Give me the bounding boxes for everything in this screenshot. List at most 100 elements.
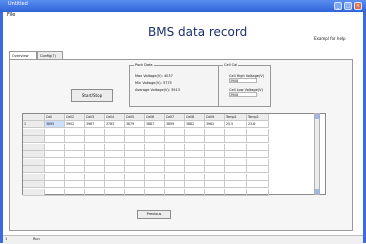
table-cell[interactable] xyxy=(165,128,185,136)
col-header[interactable]: Cell2 xyxy=(65,114,85,121)
table-cell[interactable] xyxy=(225,188,247,196)
table-cell[interactable] xyxy=(225,143,247,151)
col-header[interactable]: Temp1 xyxy=(225,114,247,121)
col-header[interactable]: Cell xyxy=(45,114,65,121)
table-cell[interactable] xyxy=(205,136,225,143)
data-table[interactable]: Cell Cell2 Cell3 Cell4 Cell5 Cell6 Cell7… xyxy=(22,113,326,196)
table-cell[interactable] xyxy=(205,188,225,196)
col-header[interactable]: Cell4 xyxy=(105,114,125,121)
col-header[interactable]: Cell3 xyxy=(85,114,105,121)
table-row[interactable] xyxy=(23,158,269,166)
table-cell[interactable] xyxy=(247,151,269,158)
col-header[interactable]: Cell5 xyxy=(125,114,145,121)
table-cell[interactable] xyxy=(65,143,85,151)
table-cell[interactable] xyxy=(125,181,145,188)
table-cell[interactable] xyxy=(145,143,165,151)
row-header[interactable] xyxy=(23,181,45,188)
table-cell[interactable] xyxy=(165,181,185,188)
table-cell[interactable] xyxy=(125,151,145,158)
row-header[interactable]: 1 xyxy=(23,121,45,128)
close-button[interactable]: × xyxy=(354,2,362,10)
table-cell[interactable] xyxy=(105,166,125,173)
table-row[interactable] xyxy=(23,136,269,143)
table-cell[interactable] xyxy=(65,181,85,188)
table-cell[interactable] xyxy=(205,128,225,136)
table-cell[interactable] xyxy=(225,151,247,158)
table-cell[interactable] xyxy=(125,128,145,136)
table-cell[interactable] xyxy=(105,181,125,188)
table-cell[interactable] xyxy=(65,173,85,181)
table-cell[interactable] xyxy=(185,136,205,143)
table-cell[interactable] xyxy=(45,188,65,196)
table-cell[interactable] xyxy=(105,143,125,151)
table-cell[interactable] xyxy=(225,173,247,181)
table-cell[interactable]: 3902 xyxy=(65,121,85,128)
table-cell[interactable] xyxy=(145,173,165,181)
table-cell[interactable] xyxy=(125,173,145,181)
col-header[interactable]: Cell9 xyxy=(205,114,225,121)
cell-high-field[interactable]: 3908 xyxy=(229,78,257,83)
table-cell[interactable] xyxy=(165,136,185,143)
table-cell[interactable] xyxy=(205,143,225,151)
table-cell[interactable]: 23.8 xyxy=(247,121,269,128)
table-cell[interactable]: 3887 xyxy=(145,121,165,128)
cell-low-field[interactable]: 3908 xyxy=(229,92,257,97)
table-cell[interactable] xyxy=(85,181,105,188)
table-row[interactable] xyxy=(23,151,269,158)
table-cell[interactable] xyxy=(85,166,105,173)
table-cell[interactable] xyxy=(45,181,65,188)
table-cell[interactable] xyxy=(185,128,205,136)
table-cell[interactable] xyxy=(65,151,85,158)
table-cell[interactable] xyxy=(205,151,225,158)
row-header[interactable] xyxy=(23,166,45,173)
row-header[interactable] xyxy=(23,143,45,151)
table-cell[interactable] xyxy=(85,188,105,196)
table-cell[interactable] xyxy=(185,151,205,158)
col-header[interactable]: Temp2 xyxy=(247,114,269,121)
table-cell[interactable] xyxy=(125,158,145,166)
col-header[interactable]: Cell8 xyxy=(185,114,205,121)
table-cell[interactable] xyxy=(225,136,247,143)
table-cell[interactable] xyxy=(165,188,185,196)
table-row[interactable] xyxy=(23,143,269,151)
row-header[interactable] xyxy=(23,158,45,166)
table-cell[interactable] xyxy=(205,158,225,166)
table-cell[interactable] xyxy=(45,173,65,181)
table-cell[interactable] xyxy=(85,158,105,166)
table-cell[interactable] xyxy=(145,188,165,196)
table-cell[interactable]: 3783 xyxy=(105,121,125,128)
table-cell[interactable] xyxy=(125,143,145,151)
table-cell[interactable]: 3987 xyxy=(85,121,105,128)
table-cell[interactable] xyxy=(65,136,85,143)
table-row[interactable] xyxy=(23,181,269,188)
table-cell[interactable] xyxy=(105,151,125,158)
table-cell[interactable] xyxy=(65,158,85,166)
table-cell[interactable] xyxy=(125,166,145,173)
table-cell[interactable] xyxy=(225,158,247,166)
maximize-button[interactable]: □ xyxy=(344,2,352,10)
table-cell[interactable] xyxy=(145,181,165,188)
table-cell[interactable] xyxy=(247,136,269,143)
table-cell[interactable] xyxy=(105,128,125,136)
row-header[interactable] xyxy=(23,136,45,143)
table-cell[interactable] xyxy=(105,173,125,181)
tab-config[interactable]: Config(?) xyxy=(37,51,63,59)
table-cell[interactable] xyxy=(165,151,185,158)
scroll-up-icon[interactable] xyxy=(315,114,319,119)
table-cell[interactable] xyxy=(145,151,165,158)
table-cell[interactable] xyxy=(45,151,65,158)
table-row[interactable] xyxy=(23,166,269,173)
scroll-down-icon[interactable] xyxy=(315,189,319,194)
table-cell[interactable] xyxy=(247,128,269,136)
table-cell[interactable] xyxy=(205,181,225,188)
table-row[interactable] xyxy=(23,128,269,136)
row-header[interactable] xyxy=(23,151,45,158)
table-scrollbar[interactable] xyxy=(314,113,320,195)
table-cell[interactable] xyxy=(85,143,105,151)
table-cell[interactable]: 3962 xyxy=(205,121,225,128)
table-cell[interactable] xyxy=(247,173,269,181)
table-cell[interactable] xyxy=(105,188,125,196)
row-header[interactable] xyxy=(23,188,45,196)
table-cell[interactable] xyxy=(247,158,269,166)
menu-file[interactable]: File xyxy=(7,12,15,18)
